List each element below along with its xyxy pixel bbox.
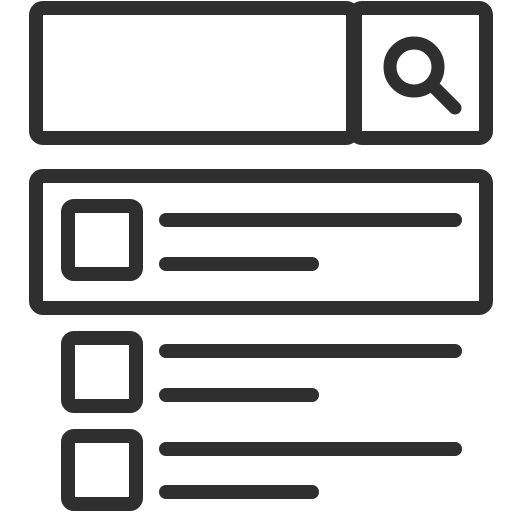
checkbox-icon[interactable] — [61, 331, 143, 413]
search-input[interactable] — [29, 1, 360, 145]
search-results-list-icon — [29, 1, 493, 511]
list-item[interactable] — [61, 429, 462, 511]
search-bar — [29, 1, 493, 145]
checkbox-icon[interactable] — [61, 429, 143, 511]
list-item[interactable] — [29, 169, 493, 315]
selected-result-frame — [29, 169, 493, 315]
search-icon — [383, 36, 462, 115]
checkbox-icon[interactable] — [61, 199, 143, 281]
list-item[interactable] — [61, 331, 462, 413]
search-results-illustration — [0, 0, 512, 512]
search-button[interactable] — [348, 1, 493, 145]
